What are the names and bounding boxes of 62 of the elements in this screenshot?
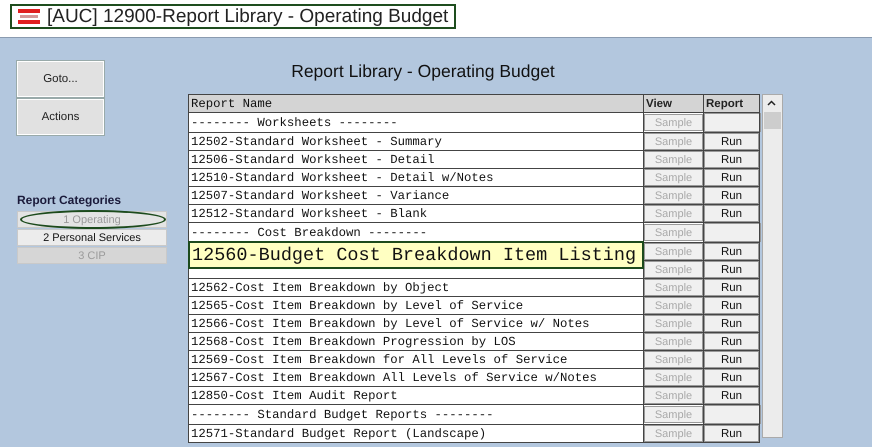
table-cell: 12568-Cost Item Breakdown Progression by LOS	[188, 332, 644, 350]
table-cell: 12850-Cost Item Audit Report	[188, 386, 644, 404]
run-button[interactable]: Run	[704, 369, 759, 386]
scrollbar[interactable]	[762, 94, 783, 438]
table-cell: 12566-Cost Item Breakdown by Level of Service w/ Notes	[188, 314, 644, 332]
column-header: Report	[704, 94, 760, 112]
run-button[interactable]: Run	[704, 243, 759, 260]
tooltip: 12560-Budget Cost Breakdown Item Listing	[188, 241, 644, 269]
page-heading: Report Library - Operating Budget	[290, 61, 556, 82]
app-logo-icon	[18, 9, 40, 24]
sample-button[interactable]: Sample	[644, 133, 703, 150]
sample-button[interactable]: Sample	[644, 151, 703, 168]
scroll-thumb[interactable]	[764, 112, 781, 129]
run-button[interactable]: Run	[704, 169, 759, 186]
sample-button[interactable]: Sample	[644, 114, 703, 131]
categories-label: Report Categories	[17, 193, 122, 207]
column-header: Report Name	[188, 94, 644, 112]
table-cell: -------- Worksheets --------	[188, 112, 644, 132]
sample-button[interactable]: Sample	[644, 387, 703, 404]
run-button[interactable]: Run	[704, 187, 759, 204]
sample-button[interactable]: Sample	[644, 369, 703, 386]
category-button[interactable]: 2 Personal Services	[17, 229, 167, 246]
table-cell: 12506-Standard Worksheet - Detail	[188, 150, 644, 168]
run-button[interactable]: Run	[704, 425, 759, 442]
sample-button[interactable]: Sample	[644, 261, 703, 278]
table-cell: 12565-Cost Item Breakdown by Level of Service	[188, 296, 644, 314]
table-cell: 12507-Standard Worksheet - Variance	[188, 186, 644, 204]
table-cell: 12512-Standard Worksheet - Blank	[188, 204, 644, 222]
table-cell: 12562-Cost Item Breakdown by Object	[188, 278, 644, 296]
sample-button[interactable]: Sample	[644, 425, 703, 442]
sample-button[interactable]: Sample	[644, 169, 703, 186]
sample-button[interactable]: Sample	[644, 224, 703, 241]
sample-button[interactable]: Sample	[644, 406, 703, 423]
table-cell: 12569-Cost Item Breakdown for All Levels of Service	[188, 350, 644, 368]
sample-button[interactable]: Sample	[644, 279, 703, 296]
run-button[interactable]: Run	[704, 315, 759, 332]
sample-button[interactable]: Sample	[644, 297, 703, 314]
side-button[interactable]: Actions	[17, 99, 104, 135]
column-header: View	[644, 94, 704, 112]
run-button[interactable]: Run	[704, 151, 759, 168]
run-button[interactable]: Run	[704, 133, 759, 150]
table-cell: 12502-Standard Worksheet - Summary	[188, 132, 644, 150]
sample-button[interactable]: Sample	[644, 187, 703, 204]
run-button[interactable]: Run	[704, 351, 759, 368]
category-button[interactable]: 1 Operating	[17, 211, 167, 228]
side-button[interactable]: Goto...	[17, 61, 104, 97]
run-button[interactable]: Run	[704, 279, 759, 296]
table-cell: 12510-Standard Worksheet - Detail w/Notes	[188, 168, 644, 186]
table-cell: 12567-Cost Item Breakdown All Levels of Service w/Notes	[188, 368, 644, 386]
sample-button[interactable]: Sample	[644, 205, 703, 222]
table-cell: -------- Standard Budget Reports --------	[188, 404, 644, 424]
run-button[interactable]: Run	[704, 297, 759, 314]
run-button[interactable]: Run	[704, 387, 759, 404]
sample-button[interactable]: Sample	[644, 351, 703, 368]
sample-button[interactable]: Sample	[644, 243, 703, 260]
run-button[interactable]: Run	[704, 205, 759, 222]
sample-button[interactable]: Sample	[644, 315, 703, 332]
table-cell: 12571-Standard Budget Report (Landscape)	[188, 424, 644, 442]
run-button[interactable]: Run	[704, 333, 759, 350]
window-title: [AUC] 12900-Report Library - Operating Budget	[47, 6, 448, 28]
run-button[interactable]: Run	[704, 261, 759, 278]
sample-button[interactable]: Sample	[644, 333, 703, 350]
